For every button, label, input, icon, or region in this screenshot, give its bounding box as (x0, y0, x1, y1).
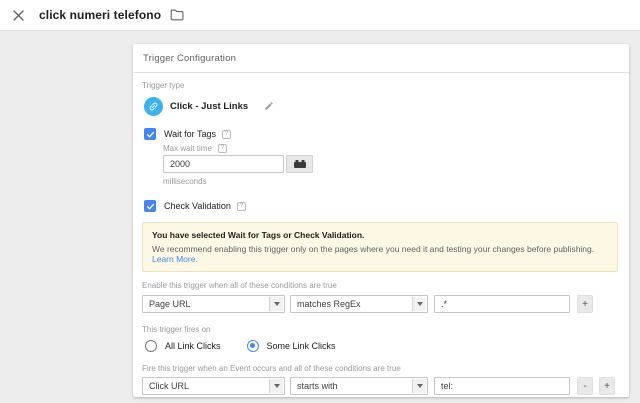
fires-on-options: All Link Clicks Some Link Clicks (142, 340, 620, 352)
operator-select-value: matches RegEx (297, 299, 361, 309)
check-validation-checkbox[interactable] (144, 200, 156, 212)
some-link-clicks-radio[interactable] (246, 340, 259, 352)
trigger-type-label: Trigger type (142, 81, 185, 90)
card-header: Trigger Configuration (133, 44, 629, 73)
check-validation-row: Check Validation ? (142, 200, 620, 212)
chevron-down-icon (412, 297, 426, 311)
max-wait-input-row (163, 155, 620, 173)
max-wait-block: Max wait time ? milliseconds (163, 144, 620, 186)
warning-notice: You have selected Wait for Tags or Check… (142, 222, 618, 272)
variable-select-value: Page URL (149, 299, 191, 309)
trigger-type-value: Click - Just Links (170, 100, 249, 112)
wait-for-tags-row: Wait for Tags ? (142, 128, 620, 140)
help-icon[interactable]: ? (236, 201, 246, 211)
help-icon[interactable]: ? (217, 144, 227, 153)
some-link-clicks-label: Some Link Clicks (266, 341, 336, 351)
chevron-down-icon (269, 297, 283, 311)
all-link-clicks-label: All Link Clicks (165, 341, 221, 351)
operator-select-value: starts with (297, 381, 338, 391)
variable-select-value: Click URL (149, 381, 190, 391)
variable-select[interactable]: Page URL (142, 295, 285, 313)
max-wait-label-row: Max wait time ? (163, 144, 620, 153)
max-wait-input[interactable] (163, 155, 284, 173)
add-condition-button[interactable]: + (599, 377, 615, 395)
help-icon[interactable]: ? (222, 129, 232, 139)
condition-value-input[interactable] (434, 377, 570, 395)
condition-value-input[interactable] (434, 295, 570, 313)
learn-more-link[interactable]: Learn More. (152, 254, 198, 264)
notice-body: We recommend enabling this trigger only … (152, 244, 608, 264)
milliseconds-label: milliseconds (163, 177, 207, 186)
operator-select[interactable]: matches RegEx (290, 295, 428, 313)
folder-icon[interactable] (170, 9, 184, 21)
edit-pencil-icon[interactable] (264, 101, 274, 111)
fires-on-label: This trigger fires on (142, 325, 211, 334)
trigger-title[interactable]: click numeri telefono (39, 8, 161, 22)
variable-select[interactable]: Click URL (142, 377, 285, 395)
remove-condition-button[interactable]: - (577, 377, 593, 395)
check-validation-label: Check Validation (164, 201, 231, 211)
trigger-configuration-card: Trigger Configuration Trigger type Click… (133, 44, 629, 397)
top-bar: click numeri telefono (0, 0, 640, 31)
variable-picker-brick-icon[interactable] (286, 155, 313, 173)
close-icon[interactable] (10, 7, 26, 23)
chevron-down-icon (269, 379, 283, 393)
fire-conditions-label: Fire this trigger when an Event occurs a… (142, 364, 401, 373)
notice-text: We recommend enabling this trigger only … (152, 244, 595, 254)
max-wait-label: Max wait time (163, 144, 212, 153)
card-title: Trigger Configuration (143, 53, 237, 64)
notice-title: You have selected Wait for Tags or Check… (152, 230, 365, 240)
trigger-type-row[interactable]: Click - Just Links (142, 96, 620, 116)
all-link-clicks-radio[interactable] (145, 340, 157, 352)
chevron-down-icon (412, 379, 426, 393)
card-body: Trigger type Click - Just Links Wait for… (133, 73, 629, 403)
enable-conditions-label: Enable this trigger when all of these co… (142, 281, 337, 290)
enable-condition-row: Page URL matches RegEx + (142, 295, 620, 313)
fire-condition-row: Click URL starts with - + (142, 377, 620, 395)
wait-for-tags-label: Wait for Tags (164, 129, 217, 139)
operator-select[interactable]: starts with (290, 377, 428, 395)
wait-for-tags-checkbox[interactable] (144, 128, 156, 140)
link-icon (144, 96, 163, 116)
page-background: Trigger Configuration Trigger type Click… (0, 31, 640, 403)
add-condition-button[interactable]: + (577, 295, 593, 313)
